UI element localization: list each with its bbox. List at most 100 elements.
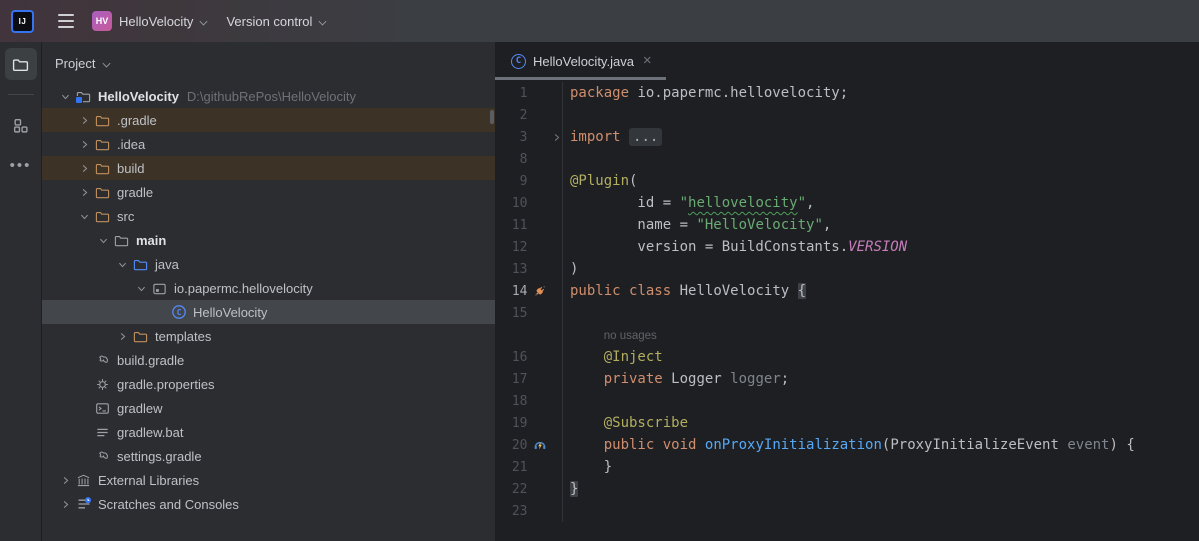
chevron-collapsed-icon[interactable]	[56, 496, 75, 512]
tree-item-java[interactable]: java	[42, 252, 495, 276]
chevron-collapsed-icon[interactable]	[113, 328, 132, 344]
editor-gutter[interactable]: 23	[495, 500, 563, 522]
scrollbar-thumb[interactable]	[490, 110, 494, 124]
tree-item-hellovelocity[interactable]: CHelloVelocity	[42, 300, 495, 324]
tree-item-label: io.papermc.hellovelocity	[174, 281, 313, 296]
editor-gutter[interactable]: 12	[495, 236, 563, 258]
code-line-14[interactable]: 14public class HelloVelocity {	[495, 280, 1199, 302]
chevron-collapsed-icon[interactable]	[75, 136, 94, 152]
tree-item-gradlew-bat[interactable]: gradlew.bat	[42, 420, 495, 444]
editor-gutter[interactable]: 16	[495, 346, 563, 368]
java-class-icon: C	[511, 54, 526, 69]
chevron-collapsed-icon[interactable]	[75, 160, 94, 176]
vcs-widget[interactable]: Version control	[217, 9, 336, 34]
code-line-16[interactable]: 16 @Inject	[495, 346, 1199, 368]
tree-item-gradle[interactable]: gradle	[42, 180, 495, 204]
project-widget[interactable]: HV HelloVelocity	[83, 6, 217, 36]
structure-toolwindow-button[interactable]	[5, 109, 37, 141]
chevron-expanded-icon[interactable]	[132, 280, 151, 296]
folder-blue-icon	[132, 256, 149, 272]
tree-item-main[interactable]: main	[42, 228, 495, 252]
listener-gutter-icon[interactable]	[531, 437, 551, 453]
fold-spacer	[550, 417, 562, 429]
chevron-collapsed-icon[interactable]	[75, 112, 94, 128]
editor-gutter[interactable]: 1	[495, 82, 563, 104]
editor-gutter[interactable]	[495, 324, 563, 346]
editor-gutter[interactable]: 22	[495, 478, 563, 500]
editor-gutter[interactable]: 13	[495, 258, 563, 280]
code-line-11[interactable]: 11 name = "HelloVelocity",	[495, 214, 1199, 236]
code-line-18[interactable]: 18	[495, 390, 1199, 412]
tab-hellovelocity-java[interactable]: C HelloVelocity.java ×	[495, 42, 666, 80]
tree-item-external-libraries[interactable]: External Libraries	[42, 468, 495, 492]
code-line-1[interactable]: 1package io.papermc.hellovelocity;	[495, 82, 1199, 104]
chevron-spacer	[75, 448, 94, 464]
code-line-19[interactable]: 19 @Subscribe	[495, 412, 1199, 434]
code-inlay-line[interactable]: no usages	[495, 324, 1199, 346]
tree-item-gradle[interactable]: .gradle	[42, 108, 495, 132]
tree-item-src[interactable]: src	[42, 204, 495, 228]
editor-gutter[interactable]: 21	[495, 456, 563, 478]
tree-item-label: gradlew.bat	[117, 425, 184, 440]
editor-tabs: C HelloVelocity.java ×	[495, 42, 1199, 80]
tree-item-io-papermc-hellovelocity[interactable]: io.papermc.hellovelocity	[42, 276, 495, 300]
chevron-expanded-icon[interactable]	[75, 208, 94, 224]
chevron-collapsed-icon[interactable]	[56, 472, 75, 488]
code-line-8[interactable]: 8	[495, 148, 1199, 170]
code-line-15[interactable]: 15	[495, 302, 1199, 324]
editor-gutter[interactable]: 20	[495, 434, 563, 456]
tree-item-scratches-and-consoles[interactable]: Scratches and Consoles	[42, 492, 495, 516]
line-number: 19	[495, 416, 528, 431]
code-line-17[interactable]: 17 private Logger logger;	[495, 368, 1199, 390]
close-tab-icon[interactable]: ×	[641, 53, 654, 69]
code-line-13[interactable]: 13)	[495, 258, 1199, 280]
gutter-spacer	[531, 173, 551, 189]
editor-gutter[interactable]: 10	[495, 192, 563, 214]
fold-spacer	[550, 505, 562, 517]
more-toolwindows-button[interactable]: •••	[5, 143, 37, 175]
project-panel-header[interactable]: Project	[42, 42, 495, 84]
project-badge: HV	[92, 11, 112, 31]
tree-item-gradle-properties[interactable]: gradle.properties	[42, 372, 495, 396]
tree-item-templates[interactable]: templates	[42, 324, 495, 348]
code-line-22[interactable]: 22}	[495, 478, 1199, 500]
tree-item-build-gradle[interactable]: build.gradle	[42, 348, 495, 372]
editor-gutter[interactable]: 19	[495, 412, 563, 434]
tree-item-label: java	[155, 257, 179, 272]
tree-item-label: gradle.properties	[117, 377, 215, 392]
editor-gutter[interactable]: 18	[495, 390, 563, 412]
chevron-collapsed-icon[interactable]	[75, 184, 94, 200]
code-line-21[interactable]: 21 }	[495, 456, 1199, 478]
tree-item-settings-gradle[interactable]: settings.gradle	[42, 444, 495, 468]
tree-item-gradlew[interactable]: gradlew	[42, 396, 495, 420]
fold-arrow-icon[interactable]	[550, 131, 562, 143]
code-line-12[interactable]: 12 version = BuildConstants.VERSION	[495, 236, 1199, 258]
usages-inlay-hint[interactable]: no usages	[604, 330, 657, 342]
code-line-23[interactable]: 23	[495, 500, 1199, 522]
editor-gutter[interactable]: 17	[495, 368, 563, 390]
editor-gutter[interactable]: 15	[495, 302, 563, 324]
editor-gutter[interactable]: 14	[495, 280, 563, 302]
code-line-9[interactable]: 9@Plugin(	[495, 170, 1199, 192]
plugin-gutter-icon[interactable]	[531, 283, 551, 299]
code-line-20[interactable]: 20 public void onProxyInitialization(Pro…	[495, 434, 1199, 456]
chevron-expanded-icon[interactable]	[113, 256, 132, 272]
editor-gutter[interactable]: 9	[495, 170, 563, 192]
tree-item-build[interactable]: build	[42, 156, 495, 180]
tree-item-idea[interactable]: .idea	[42, 132, 495, 156]
code-line-2[interactable]: 2	[495, 104, 1199, 126]
toolwindow-stripe: •••	[0, 42, 42, 541]
code-line-3[interactable]: 3import ...	[495, 126, 1199, 148]
editor-gutter[interactable]: 2	[495, 104, 563, 126]
editor-gutter[interactable]: 11	[495, 214, 563, 236]
chevron-expanded-icon[interactable]	[94, 232, 113, 248]
code-line-10[interactable]: 10 id = "hellovelocity",	[495, 192, 1199, 214]
tree-item-hellovelocity[interactable]: HelloVelocityD:\githubRePos\HelloVelocit…	[42, 84, 495, 108]
editor-gutter[interactable]: 8	[495, 148, 563, 170]
code-editor[interactable]: 1package io.papermc.hellovelocity;23impo…	[495, 80, 1199, 541]
editor-gutter[interactable]: 3	[495, 126, 563, 148]
chevron-expanded-icon[interactable]	[56, 88, 75, 104]
gutter-spacer	[531, 393, 551, 409]
main-menu-button[interactable]	[49, 6, 83, 36]
project-toolwindow-button[interactable]	[5, 48, 37, 80]
